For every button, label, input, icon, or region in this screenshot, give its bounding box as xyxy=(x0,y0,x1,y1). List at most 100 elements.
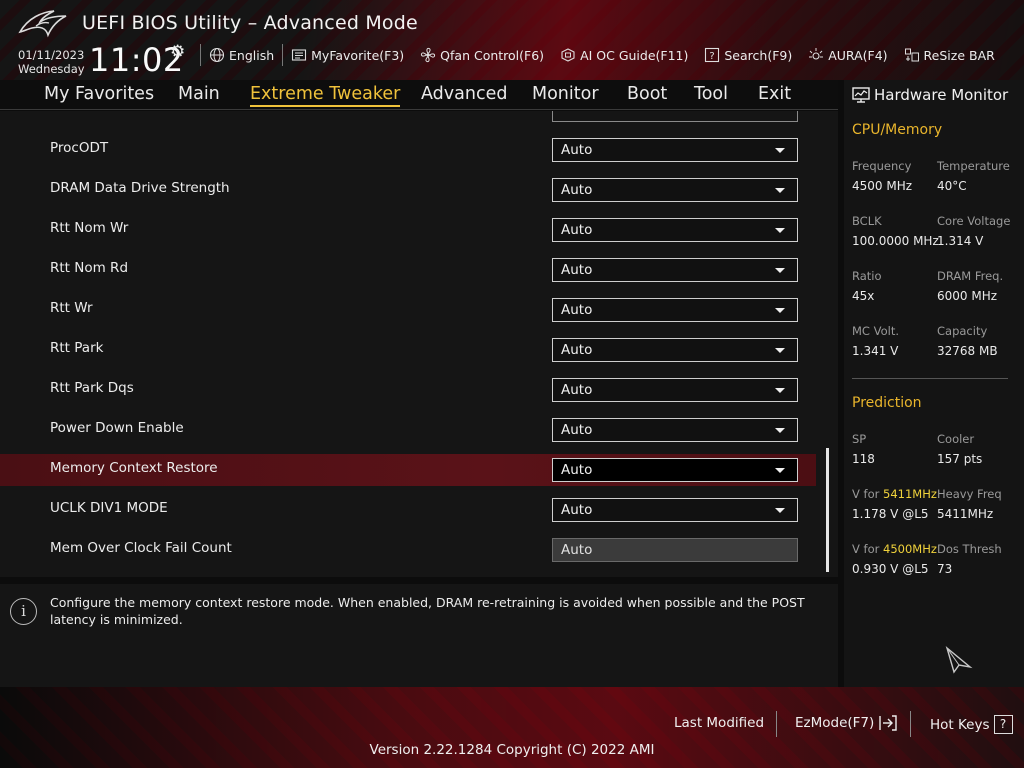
setting-row-rtt-nom-wr[interactable]: Rtt Nom Wr Auto xyxy=(0,214,816,246)
aura-icon xyxy=(809,48,824,60)
tab-tool[interactable]: Tool xyxy=(694,84,728,104)
dropdown-value: Auto xyxy=(561,182,593,198)
v-for-frequency: 4500MHz xyxy=(883,542,937,556)
dos-thresh-value: 73 xyxy=(937,562,953,576)
dropdown-arrow-icon xyxy=(775,308,785,313)
dropdown-arrow-icon xyxy=(775,348,785,353)
setting-row-power-down-enable[interactable]: Power Down Enable Auto xyxy=(0,414,816,446)
language-button[interactable]: English xyxy=(201,44,282,66)
ezmode-button[interactable]: EzMode(F7) xyxy=(795,715,898,731)
dropdown-arrow-icon xyxy=(775,228,785,233)
setting-row-mem-over-clock-fail-count[interactable]: Mem Over Clock Fail Count Auto xyxy=(0,534,816,566)
monitor-icon xyxy=(852,87,870,103)
help-panel: i Configure the memory context restore m… xyxy=(0,584,838,687)
header-bar: UEFI BIOS Utility – Advanced Mode 01/11/… xyxy=(0,0,1024,80)
search-button[interactable]: ? Search(F9) xyxy=(696,44,800,66)
settings-list: ProcODT Auto DRAM Data Drive Strength Au… xyxy=(0,111,838,577)
app-title: UEFI BIOS Utility – Advanced Mode xyxy=(82,12,418,34)
frequency-value: 4500 MHz xyxy=(852,179,913,193)
tab-exit[interactable]: Exit xyxy=(758,84,791,104)
dropdown-value: Auto xyxy=(561,222,593,238)
tab-advanced[interactable]: Advanced xyxy=(421,84,507,104)
search-label: Search(F9) xyxy=(724,47,793,63)
dropdown-arrow-icon xyxy=(775,388,785,393)
setting-row-dram-data-drive-strength[interactable]: DRAM Data Drive Strength Auto xyxy=(0,174,816,206)
rog-logo-icon xyxy=(18,10,67,38)
hot-keys-button[interactable]: Hot Keys ? xyxy=(930,715,1013,734)
ezmode-label: EzMode(F7) xyxy=(795,715,875,731)
chip-icon xyxy=(561,48,575,62)
setting-label: Rtt Park Dqs xyxy=(50,380,134,396)
resize-bar-button[interactable]: ReSize BAR xyxy=(896,44,1003,66)
readonly-value: Auto xyxy=(561,542,593,558)
setting-label: ProcODT xyxy=(50,140,109,156)
setting-dropdown[interactable]: Auto xyxy=(552,378,798,402)
setting-row-memory-context-restore[interactable]: Memory Context Restore Auto xyxy=(0,454,816,486)
help-description: Configure the memory context restore mod… xyxy=(50,595,805,627)
tab-my-favorites[interactable]: My Favorites xyxy=(44,84,154,104)
ai-oc-label: AI OC Guide(F11) xyxy=(580,47,689,63)
settings-scrollbar[interactable] xyxy=(826,448,829,572)
dropdown-value: Auto xyxy=(561,382,593,398)
tab-monitor[interactable]: Monitor xyxy=(532,84,599,104)
capacity-value: 32768 MB xyxy=(937,344,998,358)
aura-button[interactable]: AURA(F4) xyxy=(800,44,895,66)
last-modified-button[interactable]: Last Modified xyxy=(674,715,764,731)
search-help-icon: ? xyxy=(705,47,720,63)
bclk-label: BCLK xyxy=(852,214,882,228)
mc-volt-value: 1.341 V xyxy=(852,344,899,358)
v-for-value-2: 0.930 V @L5 xyxy=(852,562,929,576)
setting-label: DRAM Data Drive Strength xyxy=(50,180,230,196)
setting-label: Rtt Nom Wr xyxy=(50,220,129,236)
setting-dropdown[interactable]: Auto xyxy=(552,258,798,282)
v-for-value-1: 1.178 V @L5 xyxy=(852,507,929,521)
setting-label: Rtt Park xyxy=(50,340,104,356)
resize-bar-icon xyxy=(904,48,919,62)
setting-dropdown[interactable]: Auto xyxy=(552,338,798,362)
clipped-row-dropdown[interactable] xyxy=(552,111,798,122)
dropdown-value: Auto xyxy=(561,142,593,158)
dropdown-arrow-icon xyxy=(775,508,785,513)
tab-extreme-tweaker[interactable]: Extreme Tweaker xyxy=(250,84,401,107)
setting-label: Power Down Enable xyxy=(50,420,184,436)
main-menu-bar: My Favorites Main Extreme Tweaker Advanc… xyxy=(0,80,838,110)
setting-row-rtt-park-dqs[interactable]: Rtt Park Dqs Auto xyxy=(0,374,816,406)
globe-icon xyxy=(209,47,225,63)
setting-row-rtt-park[interactable]: Rtt Park Auto xyxy=(0,334,816,366)
setting-dropdown[interactable]: Auto xyxy=(552,498,798,522)
myfavorite-button[interactable]: MyFavorite(F3) xyxy=(283,44,412,66)
dropdown-value: Auto xyxy=(561,302,593,318)
gear-icon[interactable]: ⚙ xyxy=(170,42,185,62)
ai-oc-guide-button[interactable]: AI OC Guide(F11) xyxy=(552,44,696,66)
setting-dropdown[interactable]: Auto xyxy=(552,458,798,482)
qfan-control-button[interactable]: Qfan Control(F6) xyxy=(412,44,552,66)
core-voltage-label: Core Voltage xyxy=(937,214,1011,228)
myfavorite-label: MyFavorite(F3) xyxy=(311,47,405,63)
setting-row-rtt-wr[interactable]: Rtt Wr Auto xyxy=(0,294,816,326)
sp-label: SP xyxy=(852,432,867,446)
setting-label: Rtt Wr xyxy=(50,300,93,316)
footer-bar: Last Modified EzMode(F7) Hot Keys ? Vers… xyxy=(0,687,1024,768)
tab-boot[interactable]: Boot xyxy=(627,84,667,104)
dropdown-value: Auto xyxy=(561,262,593,278)
v-for-label-1: V for 5411MHz xyxy=(852,487,937,501)
setting-dropdown[interactable]: Auto xyxy=(552,218,798,242)
setting-dropdown[interactable]: Auto xyxy=(552,178,798,202)
dropdown-arrow-icon xyxy=(775,188,785,193)
setting-row-uclk-div1-mode[interactable]: UCLK DIV1 MODE Auto xyxy=(0,494,816,526)
dropdown-arrow-icon xyxy=(775,148,785,153)
monitor-divider xyxy=(852,378,1008,379)
setting-dropdown[interactable]: Auto xyxy=(552,138,798,162)
bclk-value: 100.0000 MHz xyxy=(852,234,939,248)
dropdown-value: Auto xyxy=(561,342,593,358)
setting-row-rtt-nom-rd[interactable]: Rtt Nom Rd Auto xyxy=(0,254,816,286)
resize-bar-label: ReSize BAR xyxy=(923,47,995,63)
tab-main[interactable]: Main xyxy=(178,84,220,104)
fan-icon xyxy=(421,47,436,63)
setting-dropdown[interactable]: Auto xyxy=(552,298,798,322)
setting-row-procodt[interactable]: ProcODT Auto xyxy=(0,134,816,166)
favorite-icon xyxy=(292,49,307,61)
ratio-value: 45x xyxy=(852,289,875,303)
dos-thresh-label: Dos Thresh xyxy=(937,542,1002,556)
setting-dropdown[interactable]: Auto xyxy=(552,418,798,442)
